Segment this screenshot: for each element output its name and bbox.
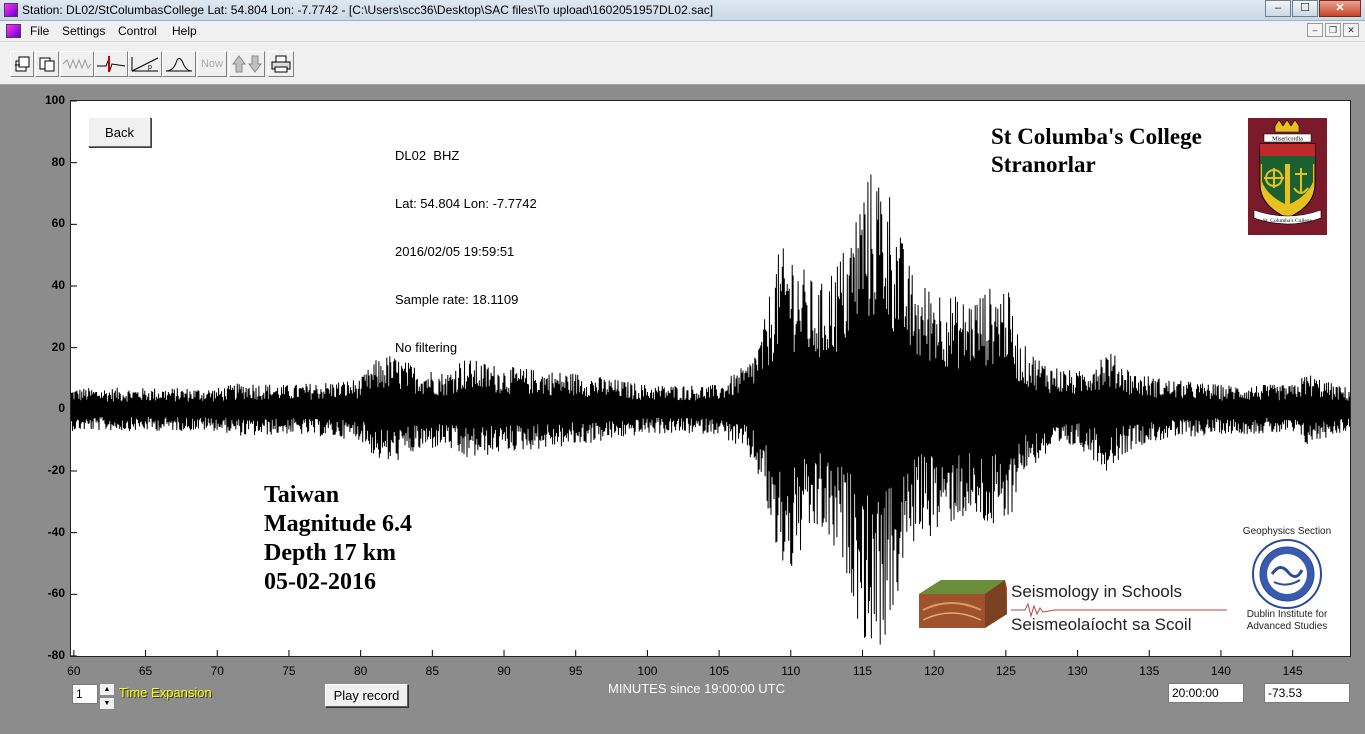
school-name-line: Stranorlar xyxy=(991,152,1096,177)
menu-control[interactable]: Control xyxy=(118,24,157,38)
dias-footer: Dublin Institute for Advanced Studies xyxy=(1232,609,1342,633)
seismology-in-schools-logo: Seismology in Schools Seismeolaíocht sa … xyxy=(915,566,1230,638)
x-tick-label: 120 xyxy=(924,664,945,678)
mdi-close-button[interactable]: ✕ xyxy=(1343,23,1359,37)
printer-icon xyxy=(271,55,291,73)
sis-subtitle: Seismeolaíocht sa Scoil xyxy=(1011,615,1192,634)
spectrum-icon xyxy=(165,58,193,72)
save-file-icon xyxy=(39,57,55,72)
y-tick-label: -60 xyxy=(47,586,65,601)
x-tick-label: 135 xyxy=(1139,664,1160,678)
expansion-spin-up-button[interactable]: ▲ xyxy=(99,683,115,696)
y-tick-label: 0 xyxy=(58,401,65,416)
menu-bar: File Settings Control Help – ❐ ✕ xyxy=(0,21,1365,42)
slope-icon: p xyxy=(131,57,159,72)
open-file-icon xyxy=(15,56,30,72)
sis-title: Seismology in Schools xyxy=(1011,582,1183,601)
mdi-controls: – ❐ ✕ xyxy=(1305,23,1359,37)
info-line: No filtering xyxy=(395,340,458,355)
pick-button[interactable] xyxy=(94,51,128,77)
x-tick-label: 70 xyxy=(210,664,224,678)
x-tick-label: 90 xyxy=(497,664,511,678)
scale-updown-button[interactable] xyxy=(229,51,265,77)
back-button[interactable]: Back xyxy=(88,117,151,147)
college-crest-logo: Misericordia St. Columba's College xyxy=(1248,118,1327,235)
open-file-button[interactable] xyxy=(10,51,34,77)
x-tick-label: 100 xyxy=(637,664,658,678)
x-tick-label: 85 xyxy=(425,664,439,678)
x-tick-label: 125 xyxy=(995,664,1016,678)
window-titlebar: Station: DL02/StColumbasCollege Lat: 54.… xyxy=(0,0,1365,21)
dias-header: Geophysics Section xyxy=(1242,526,1332,537)
y-tick-label: 80 xyxy=(51,154,65,169)
mdi-minimize-button[interactable]: – xyxy=(1307,23,1323,37)
info-line: DL02 BHZ xyxy=(395,148,460,163)
y-tick-label: 40 xyxy=(51,278,65,292)
school-name-line: St Columba's College xyxy=(991,124,1202,149)
dias-logo: Geophysics Section Dublin Institute for … xyxy=(1232,526,1342,636)
y-tick-label: 100 xyxy=(44,93,65,107)
x-tick-label: 140 xyxy=(1210,664,1231,678)
now-button[interactable]: Now xyxy=(197,51,227,77)
dias-seal-icon xyxy=(1252,539,1322,609)
x-tick-label: 80 xyxy=(353,664,368,678)
station-info: DL02 BHZ Lat: 54.804 Lon: -7.7742 2016/0… xyxy=(395,116,537,372)
time-expansion-label: Time Expansion xyxy=(119,685,212,700)
window-controls: – ☐ ✕ xyxy=(1264,0,1361,18)
x-tick-label: 110 xyxy=(781,664,801,678)
x-tick-label: 65 xyxy=(138,664,153,678)
info-line: Sample rate: 18.1109 xyxy=(395,292,519,307)
time-expansion-input[interactable] xyxy=(72,684,98,704)
pick-marker-icon xyxy=(97,56,126,72)
x-tick-label: 60 xyxy=(67,664,81,678)
minimize-button[interactable]: – xyxy=(1265,0,1291,17)
maximize-button[interactable]: ☐ xyxy=(1292,0,1318,17)
y-tick-label: 20 xyxy=(51,339,65,354)
event-line: Magnitude 6.4 xyxy=(264,511,413,537)
crest-motto: Misericordia xyxy=(1272,137,1303,143)
x-axis-title: MINUTES since 19:00:00 UTC xyxy=(608,681,786,696)
x-tick-label: 75 xyxy=(282,664,296,678)
event-line: Depth 17 km xyxy=(264,540,397,566)
expansion-spin-down-button[interactable]: ▼ xyxy=(99,697,115,710)
dias-footer-line: Advanced Studies xyxy=(1246,621,1328,632)
y-tick-label: -20 xyxy=(47,463,65,477)
x-tick-label: 115 xyxy=(852,664,873,678)
svg-text:p: p xyxy=(148,64,152,71)
spectrum-button[interactable] xyxy=(162,51,196,77)
close-button[interactable]: ✕ xyxy=(1319,0,1361,17)
info-line: 2016/02/05 19:59:51 xyxy=(395,244,515,259)
slope-button[interactable]: p xyxy=(128,51,162,77)
document-icon[interactable] xyxy=(6,24,21,38)
time-readout[interactable] xyxy=(1168,683,1244,703)
window-title: Station: DL02/StColumbasCollege Lat: 54.… xyxy=(22,3,714,17)
info-line: Lat: 54.804 Lon: -7.7742 xyxy=(395,196,537,211)
event-line: 05-02-2016 xyxy=(264,569,376,595)
event-description: Taiwan Magnitude 6.4 Depth 17 km 05-02-2… xyxy=(264,481,412,597)
x-tick-label: 130 xyxy=(1067,664,1088,678)
x-tick-label: 105 xyxy=(709,664,730,678)
school-name: St Columba's College Stranorlar xyxy=(991,123,1202,179)
save-file-button[interactable] xyxy=(35,51,59,77)
y-tick-label: -40 xyxy=(47,524,65,539)
x-tick-label: 95 xyxy=(569,664,583,678)
event-line: Taiwan xyxy=(264,482,340,508)
dias-footer-line: Dublin Institute for xyxy=(1246,609,1328,620)
print-button[interactable] xyxy=(268,51,294,77)
play-record-button[interactable]: Play record xyxy=(325,684,408,707)
waveform-button[interactable] xyxy=(60,51,94,77)
menu-help[interactable]: Help xyxy=(172,24,197,38)
app-icon xyxy=(4,3,18,17)
mdi-restore-button[interactable]: ❐ xyxy=(1325,23,1341,37)
y-tick-label: -80 xyxy=(47,648,65,662)
menu-file[interactable]: File xyxy=(30,24,49,38)
value-readout[interactable] xyxy=(1264,683,1350,703)
waveform-icon xyxy=(62,58,92,70)
crest-banner: St. Columba's College xyxy=(1263,218,1313,224)
up-down-arrows-icon xyxy=(232,55,262,73)
y-tick-label: 60 xyxy=(51,216,65,231)
x-tick-label: 145 xyxy=(1282,664,1303,678)
menu-settings[interactable]: Settings xyxy=(62,24,105,38)
toolbar: p Now xyxy=(0,42,1365,85)
